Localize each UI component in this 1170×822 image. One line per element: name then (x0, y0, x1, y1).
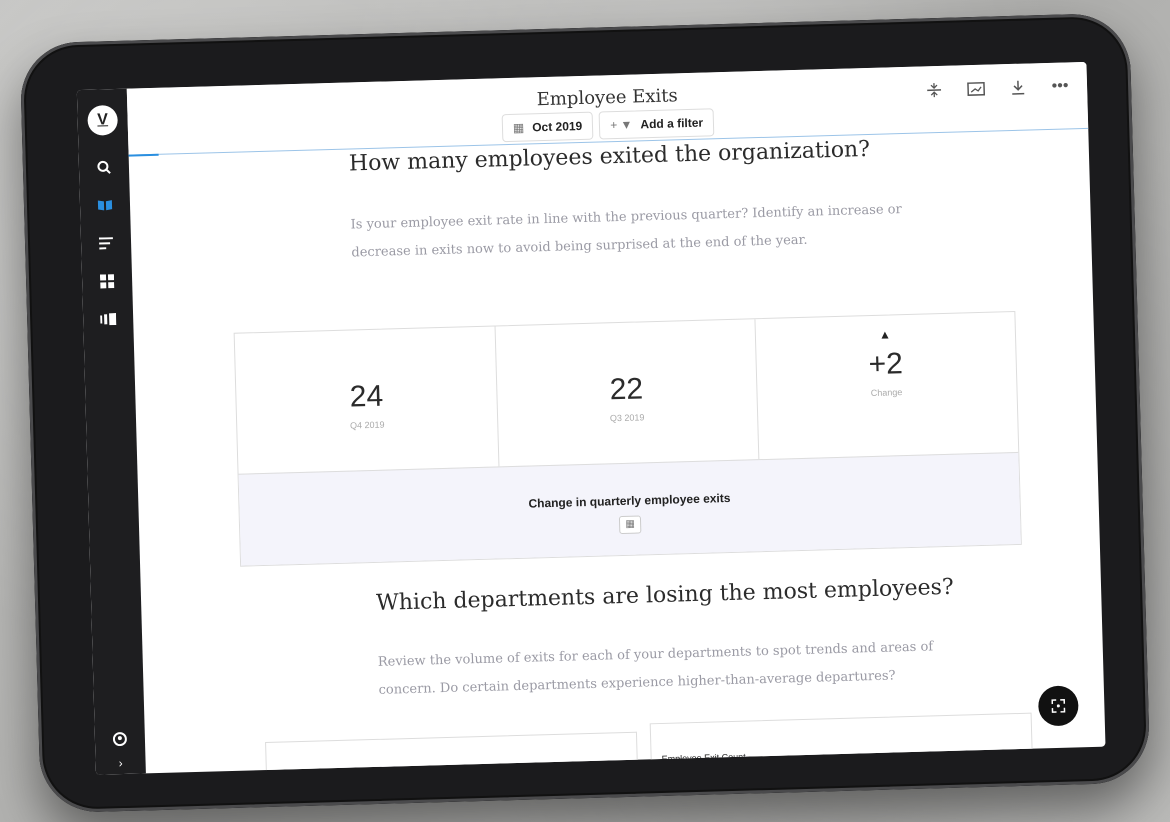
kpi-previous: 22 Q3 2019 (494, 319, 760, 467)
panels-icon[interactable] (98, 309, 119, 330)
section2-description: Review the volume of exits for each of y… (377, 639, 934, 698)
calendar-icon: ▦ (512, 120, 525, 135)
kpi-card: 24 Q4 2019 22 Q3 2019 ▲ +2 Change Change… (233, 310, 1022, 567)
app-screen: V › Employee Exits ▦ Oct 2019 + ▼ Add a … (76, 61, 1106, 775)
grid-icon[interactable] (97, 271, 118, 292)
kpi-previous-value: 22 (609, 372, 644, 407)
increase-arrow-icon: ▲ (878, 327, 892, 342)
kpi-current-label: Q4 2019 (349, 419, 385, 431)
more-icon[interactable]: ••• (1049, 76, 1072, 97)
main-area: Employee Exits ▦ Oct 2019 + ▼ Add a filt… (126, 61, 1106, 775)
collapse-icon[interactable] (923, 80, 946, 101)
chevron-right-icon[interactable]: › (110, 753, 131, 774)
toolbar: ••• (923, 76, 1072, 100)
kpi-change-value: +2 (868, 347, 904, 382)
download-icon[interactable] (1007, 77, 1030, 98)
section1-description: Is your employee exit rate in line with … (350, 202, 902, 261)
app-logo[interactable]: V (87, 104, 119, 136)
kpi-current: 24 Q4 2019 (234, 326, 500, 474)
date-filter-chip[interactable]: ▦ Oct 2019 (501, 111, 594, 143)
card-value: 24 (662, 762, 1032, 775)
list-icon[interactable] (96, 233, 117, 254)
card-title: Employee Exit Count (277, 763, 637, 774)
add-filter-button[interactable]: + ▼ Add a filter (598, 108, 715, 140)
add-filter-label: Add a filter (640, 115, 704, 132)
kpi-change: ▲ +2 Change (754, 312, 1018, 459)
kpi-change-label: Change (870, 387, 903, 399)
report-content: How many employees exited the organizati… (129, 129, 1106, 775)
exit-count-card[interactable]: Employee Exit Count 24 (265, 731, 640, 775)
kpi-caption: Change in quarterly employee exits (528, 490, 731, 511)
card-title: Employee Exit Count (661, 751, 746, 764)
kpi-previous-label: Q3 2019 (609, 412, 645, 424)
image-icon[interactable] (965, 79, 988, 100)
search-icon[interactable] (94, 157, 115, 178)
tablet-device: V › Employee Exits ▦ Oct 2019 + ▼ Add a … (19, 12, 1151, 814)
user-icon[interactable] (110, 729, 131, 750)
calendar-icon[interactable]: ▦ (618, 515, 642, 535)
date-filter-label: Oct 2019 (532, 118, 583, 135)
book-icon[interactable] (95, 195, 116, 216)
exit-count-card[interactable]: Employee Exit Count 24 (649, 712, 1034, 775)
section2-heading: Which departments are losing the most em… (375, 574, 955, 616)
plus-filter-icon: + ▼ (610, 117, 633, 133)
kpi-current-value: 24 (349, 379, 384, 414)
